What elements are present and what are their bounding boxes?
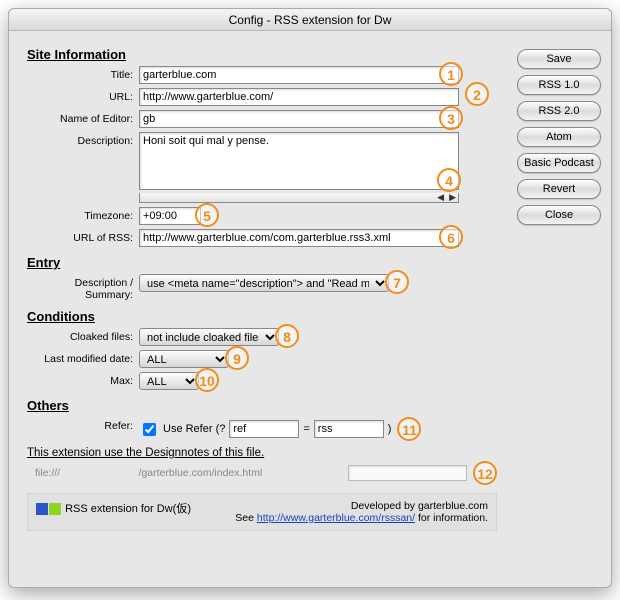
annotation-1: 1: [439, 62, 463, 86]
rss20-button[interactable]: RSS 2.0: [517, 101, 601, 121]
product-name: RSS extension for Dw(仮): [65, 503, 191, 515]
atom-button[interactable]: Atom: [517, 127, 601, 147]
cloaked-select[interactable]: not include cloaked files: [139, 328, 279, 346]
file-path: /garterblue.com/index.html: [139, 467, 348, 479]
see-pre: See: [235, 512, 257, 524]
developed-by: Developed by garterblue.com: [235, 500, 488, 512]
logo-blue-icon: [36, 503, 48, 515]
podcast-button[interactable]: Basic Podcast: [517, 153, 601, 173]
main-panel: Site Information Title: 1 URL: 2 Name of…: [9, 31, 511, 587]
designnotes-heading: This extension use the Designnotes of th…: [27, 447, 497, 459]
see-post: for information.: [415, 512, 488, 524]
scroll-left-icon[interactable]: ◀: [437, 192, 444, 203]
annotation-6: 6: [439, 225, 463, 249]
label-timezone: Timezone:: [27, 207, 139, 222]
info-link[interactable]: http://www.garterblue.com/rsssan/: [257, 512, 415, 524]
logo-green-icon: [49, 503, 61, 515]
annotation-4: 4: [437, 168, 461, 192]
url-input[interactable]: [139, 88, 459, 106]
close-button[interactable]: Close: [517, 205, 601, 225]
revert-button[interactable]: Revert: [517, 179, 601, 199]
file-blank-field[interactable]: [348, 465, 467, 481]
section-others: Others: [27, 398, 497, 413]
use-refer-label: Use Refer (?: [163, 423, 225, 435]
label-editor: Name of Editor:: [27, 110, 139, 125]
use-refer-checkbox[interactable]: [143, 423, 156, 436]
file-protocol: file:///: [27, 467, 139, 479]
timezone-input[interactable]: [139, 207, 201, 225]
label-cloaked: Cloaked files:: [27, 328, 139, 343]
annotation-12: 12: [473, 461, 497, 485]
save-button[interactable]: Save: [517, 49, 601, 69]
section-conditions: Conditions: [27, 309, 497, 324]
label-lastmod: Last modified date:: [27, 350, 139, 365]
rss10-button[interactable]: RSS 1.0: [517, 75, 601, 95]
label-desc-summary: Description / Summary:: [27, 274, 139, 301]
window-content: Site Information Title: 1 URL: 2 Name of…: [9, 31, 611, 587]
annotation-5: 5: [195, 203, 219, 227]
refer-equals: =: [303, 423, 309, 435]
label-description: Description:: [27, 132, 139, 147]
label-title: Title:: [27, 66, 139, 81]
refer-val-input[interactable]: [314, 420, 384, 438]
max-select[interactable]: ALL: [139, 372, 199, 390]
editor-input[interactable]: [139, 110, 459, 128]
footer-right: Developed by garterblue.com See http://w…: [235, 500, 488, 524]
rss-url-input[interactable]: [139, 229, 459, 247]
annotation-11: 11: [397, 417, 421, 441]
annotation-9: 9: [225, 346, 249, 370]
footer-box: RSS extension for Dw(仮) Developed by gar…: [27, 493, 497, 531]
designnotes-file-row: file:/// /garterblue.com/index.html 12: [27, 461, 497, 485]
description-textarea[interactable]: Honi soit qui mal y pense.: [139, 132, 459, 190]
scroll-right-icon[interactable]: ▶: [449, 192, 456, 203]
section-entry: Entry: [27, 255, 497, 270]
label-url: URL:: [27, 88, 139, 103]
section-site-info: Site Information: [27, 47, 497, 62]
title-input[interactable]: [139, 66, 459, 84]
refer-close-paren: ): [388, 423, 392, 435]
lastmod-select[interactable]: ALL: [139, 350, 229, 368]
desc-summary-select[interactable]: use <meta name="description"> and "Read …: [139, 274, 389, 292]
label-max: Max:: [27, 372, 139, 387]
config-window: Config - RSS extension for Dw Site Infor…: [8, 8, 612, 588]
annotation-2: 2: [465, 82, 489, 106]
sidebar-buttons: Save RSS 1.0 RSS 2.0 Atom Basic Podcast …: [511, 31, 611, 587]
annotation-7: 7: [385, 270, 409, 294]
footer-left: RSS extension for Dw(仮): [36, 500, 191, 516]
refer-key-input[interactable]: [229, 420, 299, 438]
annotation-3: 3: [439, 106, 463, 130]
textarea-scrollbar[interactable]: ◀ ▶: [139, 193, 459, 203]
annotation-8: 8: [275, 324, 299, 348]
label-rss-url: URL of RSS:: [27, 229, 139, 244]
window-title: Config - RSS extension for Dw: [9, 9, 611, 31]
annotation-10: 10: [195, 368, 219, 392]
label-refer: Refer:: [27, 417, 139, 432]
